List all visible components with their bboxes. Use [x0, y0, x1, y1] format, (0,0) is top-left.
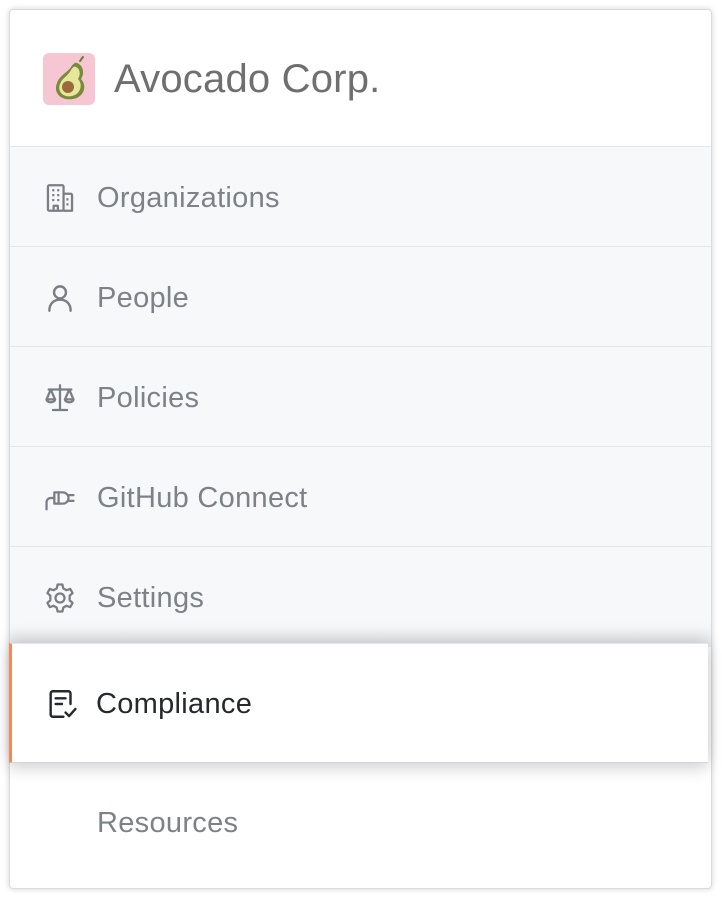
law-icon: [43, 381, 77, 415]
person-icon: [43, 281, 77, 315]
sidebar-item-policies[interactable]: Policies: [10, 347, 711, 447]
gear-icon: [43, 581, 77, 615]
sidebar-item-label: People: [97, 282, 190, 314]
sidebar-item-github-connect[interactable]: GitHub Connect: [10, 447, 711, 547]
enterprise-avatar[interactable]: [43, 53, 95, 105]
sidebar-item-resources[interactable]: Resources: [97, 805, 238, 841]
sidebar-item-label: Compliance: [96, 688, 253, 720]
sidebar-item-people[interactable]: People: [10, 247, 711, 347]
sidebar-item-label: Organizations: [97, 182, 280, 214]
sidebar-item-label: GitHub Connect: [97, 482, 308, 514]
enterprise-name[interactable]: Avocado Corp.: [114, 54, 380, 104]
sidebar-header: Avocado Corp.: [10, 10, 711, 147]
plug-icon: [43, 481, 77, 515]
building-icon: [43, 181, 77, 215]
sidebar-item-label: Settings: [97, 582, 205, 614]
sidebar-item-label: Policies: [97, 382, 200, 414]
sidebar-item-compliance[interactable]: Compliance: [9, 643, 708, 763]
avocado-icon: [55, 56, 85, 100]
sidebar-nav: Organizations People Policies GitHub Con…: [10, 147, 711, 647]
sidebar-item-organizations[interactable]: Organizations: [10, 147, 711, 247]
sidebar-item-settings[interactable]: Settings: [10, 547, 711, 647]
checklist-icon: [45, 687, 79, 721]
